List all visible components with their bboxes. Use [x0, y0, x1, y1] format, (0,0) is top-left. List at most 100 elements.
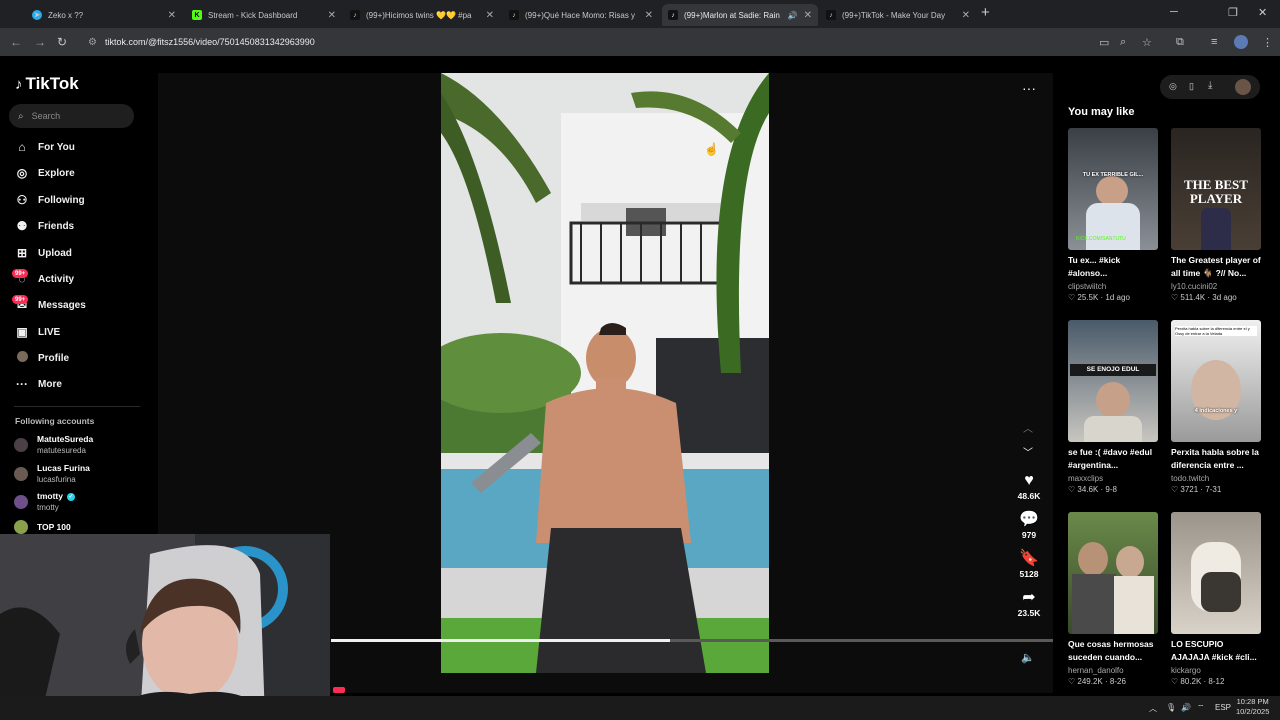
verified-icon: ✓: [66, 492, 75, 501]
following-account[interactable]: Lucas Furina lucasfurina: [14, 463, 90, 485]
tiktok-note-icon: ♪: [15, 75, 23, 93]
more-icon: ···: [16, 377, 28, 391]
share-button[interactable]: ➦ 23.5K: [1011, 589, 1047, 619]
browser-tab[interactable]: ➤ Zeko x ?? ✕: [26, 4, 182, 26]
recommendation-card[interactable]: LO ESCUPIO AJAJAJA #kick #cli... kickarg…: [1171, 512, 1263, 688]
close-tab-icon[interactable]: ✕: [168, 10, 176, 21]
sidebar-item-explore[interactable]: ◎ Explore: [13, 163, 75, 183]
back-icon[interactable]: ←: [10, 35, 22, 49]
recommendation-card[interactable]: THE BEST PLAYER The Greatest player of a…: [1171, 128, 1263, 304]
sidebar-item-profile[interactable]: Profile: [13, 348, 69, 368]
browser-tab[interactable]: K Stream - Kick Dashboard ✕: [186, 4, 342, 26]
next-video-icon[interactable]: ﹀: [1023, 444, 1033, 459]
following-account[interactable]: tmotty ✓ tmotty: [14, 491, 75, 513]
minimize-icon[interactable]: ─: [1170, 6, 1178, 18]
video-content: [441, 73, 769, 673]
heart-icon: ♥: [1024, 472, 1034, 489]
tiktok-icon: ♪: [509, 10, 519, 20]
avatar: [14, 467, 28, 481]
save-button[interactable]: 🔖 5128: [1011, 550, 1047, 580]
browser-tab[interactable]: ♪ (99+)Qué Hace Momo: Risas y ✕: [503, 4, 659, 26]
site-info-icon[interactable]: ⚙: [88, 37, 97, 48]
language-indicator[interactable]: ESP: [1215, 703, 1231, 712]
chevron-up-icon[interactable]: ︿: [1149, 703, 1157, 714]
close-tab-icon[interactable]: ✕: [962, 10, 970, 21]
cast-icon[interactable]: ▭: [1099, 36, 1109, 49]
heart-outline-icon: ♡: [1068, 485, 1076, 494]
heart-outline-icon: ♡: [1171, 677, 1179, 686]
heart-outline-icon: ♡: [1171, 293, 1179, 302]
browser-tab-bar: ➤ Zeko x ?? ✕ K Stream - Kick Dashboard …: [0, 0, 1280, 28]
restore-icon[interactable]: ❐: [1228, 6, 1238, 19]
recommendation-card[interactable]: Que cosas hermosas suceden cuando... her…: [1068, 512, 1160, 688]
recommendation-card[interactable]: Perxita habla sobre la diferencia entre …: [1171, 320, 1263, 496]
sidebar-item-live[interactable]: ▣ LIVE: [13, 322, 60, 342]
following-account[interactable]: TOP 100: [14, 520, 71, 534]
browser-tab[interactable]: ♪ (99+)TikTok - Make Your Day ✕: [820, 4, 976, 26]
new-tab-icon[interactable]: +: [981, 4, 990, 21]
recommendation-card[interactable]: TU EX TERRIBLE GIL... KICK.COM/SANTUTU T…: [1068, 128, 1160, 304]
thumbnail: THE BEST PLAYER: [1171, 128, 1261, 250]
extensions-icon[interactable]: ⧉: [1176, 36, 1184, 49]
home-icon: ⌂: [18, 140, 26, 154]
avatar: [14, 520, 28, 534]
close-tab-icon[interactable]: ✕: [645, 10, 653, 21]
comment-button[interactable]: 💬 979: [1011, 511, 1047, 541]
sidebar-item-following[interactable]: ⚇ Following: [13, 190, 85, 210]
reload-icon[interactable]: ↻: [57, 35, 67, 49]
previous-video-icon[interactable]: ︿: [1023, 420, 1033, 435]
sidebar-item-for-you[interactable]: ⌂ For You: [13, 137, 74, 157]
following-icon: ⚇: [16, 193, 28, 207]
close-tab-icon[interactable]: ✕: [328, 10, 336, 21]
heart-outline-icon: ♡: [1068, 293, 1076, 302]
thumbnail: Perxita habla sobre la diferencia entre …: [1171, 320, 1261, 442]
tiktok-icon: ♪: [826, 10, 836, 20]
network-icon[interactable]: ⌔: [1197, 703, 1205, 713]
more-options-icon[interactable]: ···: [1022, 80, 1036, 96]
close-tab-icon[interactable]: ✕: [804, 10, 812, 21]
following-account[interactable]: MatuteSureda matutesureda: [14, 434, 93, 456]
tiktok-icon: ♪: [668, 10, 678, 20]
tiktok-icon: ♪: [350, 10, 360, 20]
video-frame[interactable]: [441, 73, 769, 673]
close-tab-icon[interactable]: ✕: [486, 10, 494, 21]
recommendation-card[interactable]: SE ENOJO EDUL se fue :( #davo #edul #arg…: [1068, 320, 1160, 496]
zoom-icon[interactable]: ⌕: [1120, 36, 1126, 49]
divider: [14, 406, 140, 407]
friends-icon: ⚉: [16, 219, 28, 233]
volume-icon[interactable]: 🔈: [1021, 651, 1035, 664]
sidebar-item-upload[interactable]: ⊞ Upload: [13, 243, 72, 263]
like-button[interactable]: ♥ 48.6K: [1011, 472, 1047, 502]
clock[interactable]: 10:28 PM 10/2/2025: [1236, 697, 1269, 717]
phone-icon[interactable]: ▯: [1189, 81, 1194, 92]
profile-avatar-icon[interactable]: [1234, 35, 1248, 49]
volume-icon[interactable]: 🔊: [1181, 703, 1191, 712]
url-field[interactable]: ⚙ tiktok.com/@fitsz1556/video/7501450831…: [80, 32, 1095, 52]
thumbnail: TU EX TERRIBLE GIL... KICK.COM/SANTUTU: [1068, 128, 1158, 250]
media-control-icon[interactable]: ≡: [1211, 36, 1217, 48]
avatar[interactable]: [1235, 79, 1251, 95]
search-icon: ⌕: [18, 110, 24, 122]
download-icon[interactable]: ⤓: [1208, 80, 1212, 91]
you-may-like-title: You may like: [1068, 106, 1135, 118]
forward-icon[interactable]: →: [34, 35, 46, 49]
sidebar-item-friends[interactable]: ⚉ Friends: [13, 216, 75, 236]
address-bar: ← → ↻ ⚙ tiktok.com/@fitsz1556/video/7501…: [0, 28, 1280, 56]
bookmark-icon: 🔖: [1019, 550, 1039, 567]
thumbnail: [1171, 512, 1261, 634]
tiktok-logo[interactable]: ♪ TikTok: [15, 74, 79, 94]
close-window-icon[interactable]: ✕: [1258, 6, 1267, 19]
sidebar-item-more[interactable]: ··· More: [13, 374, 62, 394]
avatar: [14, 495, 28, 509]
microphone-icon[interactable]: 🎙: [1166, 703, 1176, 712]
browser-menu-icon[interactable]: ⋮: [1262, 36, 1273, 49]
speaker-icon[interactable]: 🔊: [788, 11, 798, 20]
compass-icon[interactable]: ◎: [1169, 81, 1177, 92]
bookmark-star-icon[interactable]: ☆: [1142, 36, 1152, 49]
browser-tab-active[interactable]: ♪ (99+)Marlon at Sadie: Rain 🔊 ✕: [662, 4, 818, 26]
windows-taskbar: ︿ 🎙 🔊 ⌔ ESP 10:28 PM 10/2/2025: [0, 696, 1280, 720]
search-input[interactable]: ⌕ Search: [9, 104, 134, 128]
upload-icon: ⊞: [16, 246, 28, 260]
browser-tab[interactable]: ♪ (99+)Hicimos twins 💛💛 #pa ✕: [344, 4, 500, 26]
telegram-icon: ➤: [32, 10, 42, 20]
